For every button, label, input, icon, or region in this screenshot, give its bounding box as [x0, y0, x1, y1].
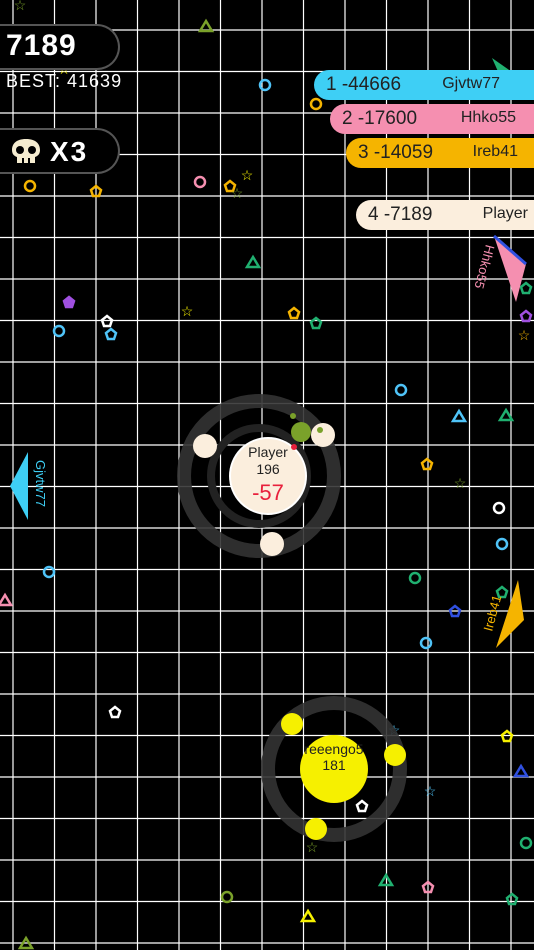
- small-green-cell: [291, 422, 311, 442]
- enemy-mass: 181: [322, 757, 346, 773]
- food-pellet: [512, 763, 530, 778]
- food-pellet: ☆: [518, 327, 531, 343]
- food-pellet: [258, 78, 272, 92]
- player-delta: -57: [252, 480, 284, 505]
- leaderboard-rank-score: 4 -7189: [368, 204, 433, 225]
- leaderboard-row-3: 3 -14059 Ireb41: [346, 138, 534, 168]
- food-pellet: [519, 836, 533, 850]
- enemy-cell-group[interactable]: reeengo5 181: [261, 696, 407, 842]
- small-green-dot: [290, 413, 296, 419]
- enemy-satellite: [305, 818, 327, 840]
- food-pellet: ☆: [306, 839, 319, 855]
- score-value: 7189: [6, 29, 77, 62]
- food-pellet: [450, 408, 468, 423]
- food-pellet: [220, 890, 234, 904]
- food-pellet: ☆: [241, 167, 254, 183]
- svg-text:Ireb41: Ireb41: [480, 593, 504, 633]
- leaderboard-name: Hhko55: [460, 109, 516, 126]
- food-pellet: [197, 18, 215, 33]
- food-pellet: [299, 908, 317, 923]
- leaderboard-row-1: 1 -44666 Gjvtw77: [314, 70, 534, 100]
- food-pellet: ☆: [181, 303, 194, 319]
- player-mass: 196: [256, 461, 280, 477]
- best-score: BEST: 41639: [6, 71, 123, 91]
- food-pellet: [89, 184, 103, 198]
- food-pellet: [23, 179, 37, 193]
- leaderboard-rank-score: 2 -17600: [342, 108, 418, 129]
- player-satellite: [193, 434, 217, 458]
- food-pellet: [108, 705, 122, 719]
- food-pellet: [287, 306, 301, 320]
- food-pellet: [100, 314, 114, 328]
- enemy-name: reeengo5: [304, 741, 363, 757]
- food-pellet: [309, 316, 323, 330]
- food-pellet: ☆: [454, 475, 467, 491]
- score-panel: 7189: [0, 24, 120, 70]
- food-pellet: [505, 892, 519, 906]
- leaderboard-rank-score: 3 -14059: [358, 142, 434, 163]
- food-pellet: [244, 254, 262, 269]
- food-pellet: [309, 97, 323, 111]
- food-pellet: [419, 636, 433, 650]
- leaderboard-name: Gjvtw77: [442, 75, 500, 92]
- food-pellet: [492, 501, 506, 515]
- leaderboard-name: Ireb41: [472, 143, 518, 160]
- kills-panel: X3: [0, 128, 120, 174]
- kill-count: X3: [50, 136, 89, 167]
- food-pellet: ☆: [424, 783, 437, 799]
- food-pellet: [52, 324, 66, 338]
- food-pellet: [17, 935, 35, 950]
- svg-text:Gjvtw77: Gjvtw77: [33, 460, 48, 507]
- food-pellet: [394, 383, 408, 397]
- player-satellite: [311, 423, 335, 447]
- player-satellite: [260, 532, 284, 556]
- leaderboard-name: Player: [482, 205, 528, 222]
- small-red-dot: [291, 444, 297, 450]
- food-pellet: [355, 799, 369, 813]
- food-pellet: ☆: [231, 185, 244, 201]
- pointer-right-mid: Ireb41: [480, 580, 524, 648]
- food-pellet: [104, 327, 118, 341]
- food-pellet: ☆: [14, 0, 27, 13]
- food-pellet: [42, 565, 56, 579]
- food-pellet: [497, 407, 515, 422]
- pointer-right-top: Hhko55: [472, 234, 527, 302]
- food-pellet: [420, 457, 434, 471]
- food-pellet: [519, 309, 533, 323]
- player-cell-group[interactable]: Player 196 -57: [177, 394, 341, 558]
- food-pellet: [495, 585, 509, 599]
- food-pellet: [408, 571, 422, 585]
- leaderboard-row-2: 2 -17600 Hhko55: [330, 104, 534, 134]
- player-name: Player: [248, 444, 288, 460]
- small-green-dot: [317, 427, 323, 433]
- food-pellet: [519, 281, 533, 295]
- svg-text:Hhko55: Hhko55: [472, 243, 498, 290]
- food-pellet: [0, 592, 14, 607]
- enemy-satellite: [384, 744, 406, 766]
- food-pellet: [193, 175, 207, 189]
- food-pellet: [62, 295, 76, 309]
- food-pellet: [421, 880, 435, 894]
- skull-icon: [12, 139, 40, 163]
- food-pellet: [377, 872, 395, 887]
- food-pellet: [448, 604, 462, 618]
- pointer-left: Gjvtw77: [10, 452, 48, 520]
- food-pellet: [495, 537, 509, 551]
- leaderboard-rank-score: 1 -44666: [326, 74, 402, 95]
- leaderboard-row-4: 4 -7189 Player: [356, 200, 534, 230]
- food-pellet: [500, 729, 514, 743]
- enemy-satellite: [281, 713, 303, 735]
